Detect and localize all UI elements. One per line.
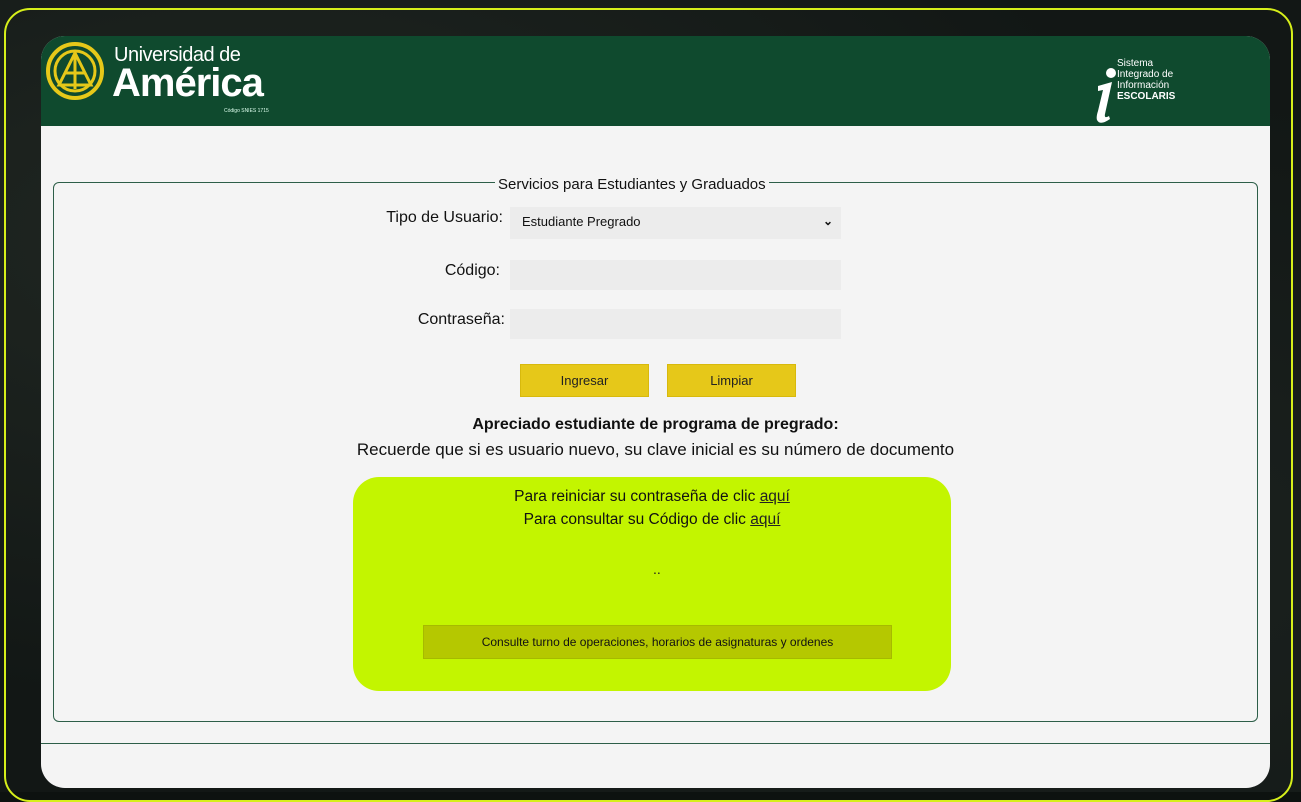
reset-password-link[interactable]: aquí [760, 488, 790, 505]
fieldset-legend: Servicios para Estudiantes y Graduados [495, 176, 769, 193]
university-logo-icon [46, 42, 104, 100]
consult-schedule-button[interactable]: Consulte turno de operaciones, horarios … [423, 625, 892, 659]
logo-text-small: Código SNIES 1715 [224, 108, 269, 114]
system-line-3: Información [1117, 80, 1170, 91]
help-links-box: Para reiniciar su contraseña de clic aqu… [353, 477, 951, 691]
footer-divider [41, 743, 1270, 744]
user-type-value: Estudiante Pregrado [522, 214, 641, 229]
user-type-label: Tipo de Usuario: [386, 209, 503, 226]
password-input[interactable] [510, 309, 841, 339]
code-input[interactable] [510, 260, 841, 290]
login-button[interactable]: Ingresar [520, 364, 649, 397]
info-system-icon [1096, 68, 1116, 123]
notice-title: Apreciado estudiante de programa de preg… [472, 416, 839, 433]
logo-text-main: América [112, 61, 264, 105]
system-line-4: ESCOLARIS [1117, 91, 1176, 102]
consult-code-line: Para consultar su Código de clic aquí [353, 511, 951, 529]
clear-button[interactable]: Limpiar [667, 364, 796, 397]
consult-code-text: Para consultar su Código de clic [523, 511, 746, 528]
code-label: Código: [444, 262, 500, 279]
password-label: Contraseña: [417, 311, 505, 328]
system-name: Sistema Integrado de Información ESCOLAR… [1117, 58, 1175, 102]
reset-password-text: Para reiniciar su contraseña de clic [514, 488, 756, 505]
system-line-1: Sistema [1117, 58, 1154, 69]
header-bar: Universidad de América Código SNIES 1715… [41, 36, 1270, 126]
notice-text: Recuerde que si es usuario nuevo, su cla… [356, 440, 955, 459]
login-card: Universidad de América Código SNIES 1715… [41, 36, 1270, 788]
reset-password-line: Para reiniciar su contraseña de clic aqu… [353, 488, 951, 506]
user-type-select[interactable]: Estudiante Pregrado ⌄ [510, 207, 841, 239]
dots-text: .. [653, 561, 661, 577]
system-line-2: Integrado de [1117, 69, 1174, 80]
chevron-down-icon: ⌄ [822, 214, 833, 228]
consult-code-link[interactable]: aquí [750, 511, 780, 528]
